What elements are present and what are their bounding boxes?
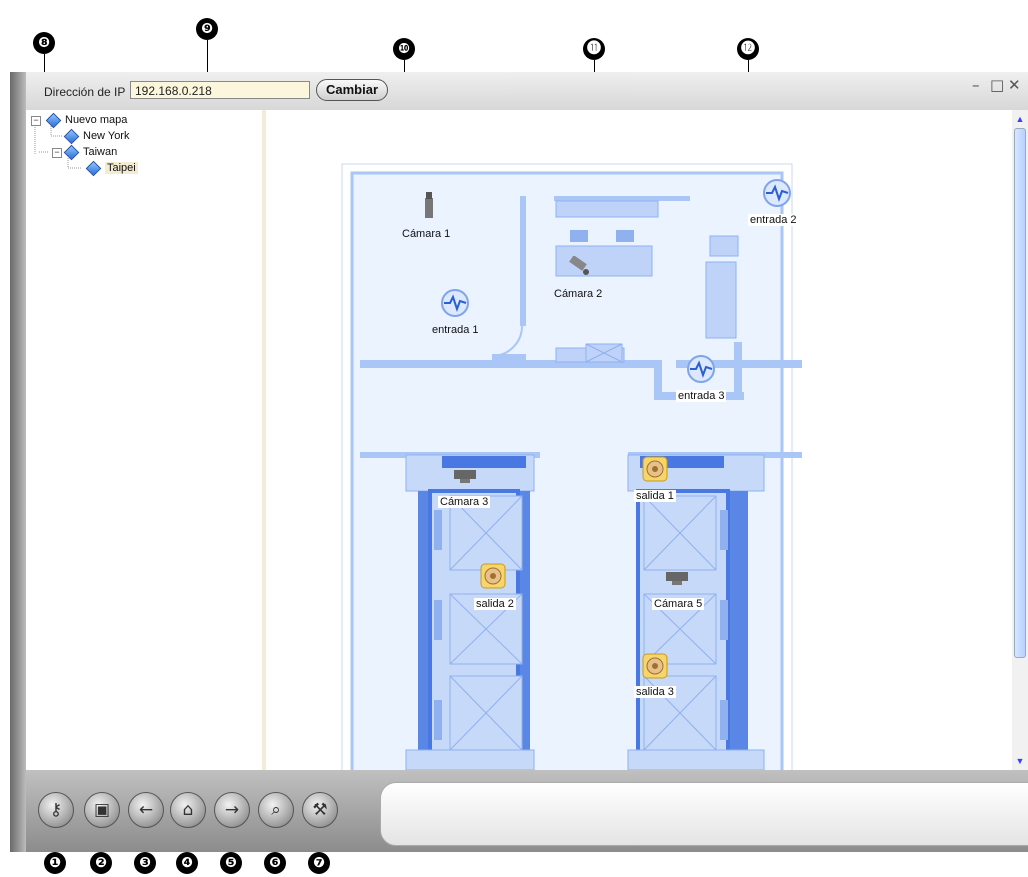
monitor-info-icon[interactable]: ▣ bbox=[84, 792, 120, 828]
tree-node-root[interactable]: Nuevo mapa bbox=[45, 112, 128, 128]
callout-2: ❷ bbox=[90, 852, 112, 874]
ip-address-field[interactable]: 192.168.0.218 bbox=[130, 81, 310, 99]
tree-node-label: Nuevo mapa bbox=[65, 114, 128, 126]
output-2-icon[interactable] bbox=[480, 563, 506, 589]
output-3-label: salida 3 bbox=[634, 686, 676, 698]
scroll-up-icon[interactable]: ▲ bbox=[1013, 112, 1027, 126]
callout-11: ⓫ bbox=[583, 38, 605, 60]
map-node-icon bbox=[63, 144, 80, 160]
home-icon[interactable]: ⌂ bbox=[170, 792, 206, 828]
key-icon[interactable]: ⚷ bbox=[38, 792, 74, 828]
input-2-label: entrada 2 bbox=[748, 214, 799, 226]
callout-3: ❸ bbox=[134, 852, 156, 874]
map-node-icon bbox=[45, 112, 62, 128]
tree-expander-taiwan[interactable]: − bbox=[52, 148, 62, 158]
forward-arrow-icon[interactable]: → bbox=[214, 792, 250, 828]
tree-node-new-york[interactable]: New York bbox=[63, 128, 130, 144]
input-sensor-2-icon[interactable] bbox=[761, 178, 793, 208]
camera-2-icon[interactable] bbox=[568, 256, 592, 276]
callout-5: ❺ bbox=[220, 852, 242, 874]
change-ip-button[interactable]: Cambiar bbox=[316, 79, 388, 101]
input-sensor-3-icon[interactable] bbox=[685, 354, 717, 384]
callout-1: ❶ bbox=[44, 852, 66, 874]
input-3-label: entrada 3 bbox=[676, 390, 727, 402]
camera-3-label: Cámara 3 bbox=[438, 496, 491, 508]
window-left-edge bbox=[10, 72, 26, 852]
close-icon[interactable]: ✕ bbox=[1008, 76, 1021, 94]
tools-icon[interactable]: ⚒ bbox=[302, 792, 338, 828]
map-tree-panel bbox=[26, 110, 263, 770]
search-icon[interactable]: ⌕ bbox=[258, 792, 294, 828]
scroll-down-icon[interactable]: ▼ bbox=[1013, 754, 1027, 768]
callout-9: ❾ bbox=[196, 18, 218, 40]
output-3-icon[interactable] bbox=[642, 653, 668, 679]
tree-expander-root[interactable]: − bbox=[31, 116, 41, 126]
camera-5-label: Cámara 5 bbox=[652, 598, 705, 610]
back-arrow-icon[interactable]: ← bbox=[128, 792, 164, 828]
tree-node-taipei[interactable]: Taipei bbox=[85, 160, 138, 176]
callout-6: ❻ bbox=[264, 852, 286, 874]
minimize-icon[interactable]: – bbox=[972, 76, 980, 94]
output-2-label: salida 2 bbox=[474, 598, 516, 610]
input-1-label: entrada 1 bbox=[432, 324, 479, 336]
callout-10: ❿ bbox=[393, 38, 415, 60]
status-area bbox=[380, 782, 1028, 846]
camera-2-label: Cámara 2 bbox=[554, 288, 603, 300]
ip-address-label: Dirección de IP bbox=[44, 85, 126, 99]
camera-1-label: Cámara 1 bbox=[402, 228, 451, 240]
callout-4: ❹ bbox=[176, 852, 198, 874]
camera-5-icon[interactable] bbox=[664, 568, 694, 588]
callout-12: ⓬ bbox=[737, 38, 759, 60]
map-node-icon bbox=[63, 128, 80, 144]
tree-node-taiwan[interactable]: Taiwan bbox=[63, 144, 118, 160]
tree-node-label: Taipei bbox=[105, 162, 138, 174]
tree-node-label: Taiwan bbox=[83, 146, 118, 158]
output-1-label: salida 1 bbox=[634, 490, 676, 502]
scrollbar-thumb[interactable] bbox=[1014, 128, 1026, 658]
maximize-icon[interactable]: □ bbox=[990, 76, 1004, 94]
callout-8: ❽ bbox=[33, 32, 55, 54]
floor-plan bbox=[341, 163, 802, 770]
map-node-icon bbox=[85, 160, 102, 176]
camera-1-icon[interactable] bbox=[423, 190, 435, 220]
input-sensor-1-icon[interactable] bbox=[439, 288, 471, 318]
map-view[interactable]: Cámara 1 Cámara 2 Cámara 3 Cámara 5 entr… bbox=[266, 110, 1012, 770]
tree-node-label: New York bbox=[83, 130, 130, 142]
callout-7: ❼ bbox=[308, 852, 330, 874]
camera-3-icon[interactable] bbox=[452, 466, 482, 486]
output-1-icon[interactable] bbox=[642, 456, 668, 482]
